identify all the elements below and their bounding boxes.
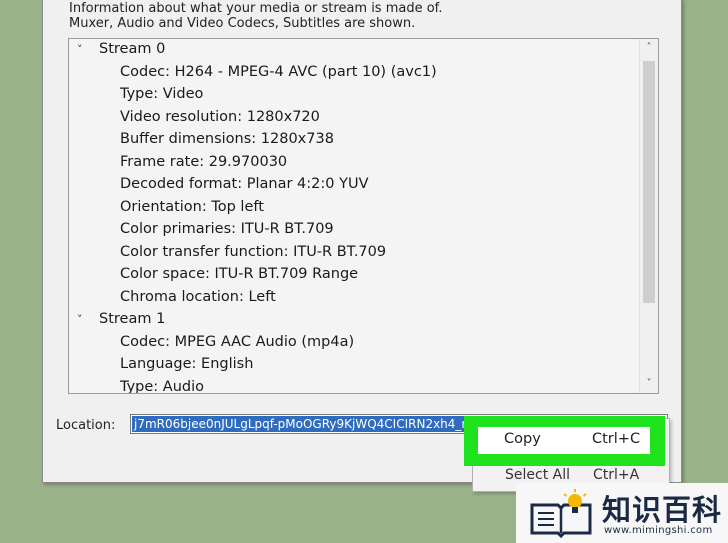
watermark: 知识百科 www.mimingshi.com xyxy=(516,483,728,543)
scrollbar-thumb[interactable] xyxy=(643,61,655,303)
copy-highlight-box: Copy Ctrl+C xyxy=(464,416,665,466)
menu-item-label: Copy xyxy=(504,431,541,447)
location-selected-text[interactable]: j7mR06bjee0nJULgLpqf-pMoOGRy9KjWQ4CICIRN… xyxy=(132,416,476,432)
tree-item-property[interactable]: Language: English xyxy=(120,354,253,374)
intro-line-2: Muxer, Audio and Video Codecs, Subtitles… xyxy=(69,16,416,31)
tree-item-property[interactable]: Type: Audio xyxy=(120,377,204,394)
location-label: Location: xyxy=(56,418,116,433)
menu-item-copy[interactable]: Copy Ctrl+C xyxy=(478,427,650,454)
tree-item-property[interactable]: Decoded format: Planar 4:2:0 YUV xyxy=(120,174,369,194)
tree-item-property[interactable]: Codec: MPEG AAC Audio (mp4a) xyxy=(120,332,354,352)
watermark-url: www.mimingshi.com xyxy=(604,525,713,536)
tree-item-property[interactable]: Frame rate: 29.970030 xyxy=(120,152,287,172)
chevron-down-icon[interactable]: ˅ xyxy=(77,310,89,330)
vertical-scrollbar[interactable]: ˄ ˅ xyxy=(639,39,658,393)
tree-item-property[interactable]: Orientation: Top left xyxy=(120,197,264,217)
menu-item-label: Select All xyxy=(505,467,570,483)
stream-label: Stream 0 xyxy=(99,41,166,57)
codec-tree-view[interactable]: ˅ Stream 0 Codec: H264 - MPEG-4 AVC (part… xyxy=(68,38,659,394)
tree-item-property[interactable]: Color space: ITU-R BT.709 Range xyxy=(120,264,358,284)
dialog-description: Information about what your media or str… xyxy=(69,1,649,31)
watermark-brand-text: 知识百科 xyxy=(602,493,723,527)
tree-node-stream-1[interactable]: ˅ Stream 1 xyxy=(77,309,165,330)
tree-item-property[interactable]: Codec: H264 - MPEG-4 AVC (part 10) (avc1… xyxy=(120,62,437,82)
tree-item-property[interactable]: Color primaries: ITU-R BT.709 xyxy=(120,219,334,239)
tree-item-property[interactable]: Color transfer function: ITU-R BT.709 xyxy=(120,242,386,262)
intro-line-1: Information about what your media or str… xyxy=(69,1,443,16)
scroll-up-icon[interactable]: ˄ xyxy=(640,39,658,57)
tree-item-property[interactable]: Buffer dimensions: 1280x738 xyxy=(120,129,334,149)
book-lightbulb-logo-icon xyxy=(530,489,592,539)
media-information-dialog: Information about what your media or str… xyxy=(42,0,682,483)
tree-item-property[interactable]: Video resolution: 1280x720 xyxy=(120,107,320,127)
menu-item-shortcut: Ctrl+C xyxy=(592,431,641,447)
menu-item-shortcut: Ctrl+A xyxy=(593,467,640,483)
tree-item-property[interactable]: Chroma location: Left xyxy=(120,287,276,307)
chevron-down-icon[interactable]: ˅ xyxy=(77,40,89,60)
tree-node-stream-0[interactable]: ˅ Stream 0 xyxy=(77,39,165,60)
scroll-down-icon[interactable]: ˅ xyxy=(640,375,658,393)
stream-label: Stream 1 xyxy=(99,311,166,327)
tree-item-property[interactable]: Type: Video xyxy=(120,84,203,104)
